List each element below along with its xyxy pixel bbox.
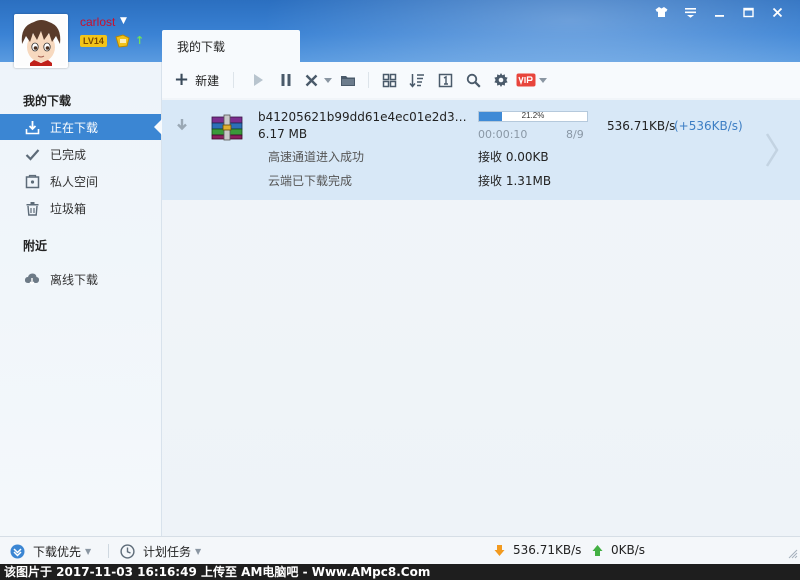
sub-status-label: 高速通道进入成功 <box>268 150 365 164</box>
sub-status-value: 接收 1.31MB <box>478 174 552 188</box>
user-menu-caret-icon[interactable]: ▼ <box>120 16 127 26</box>
task-filename: b41205621b99dd61e4ec01e2d3857... <box>258 110 468 124</box>
toolbar: + 新建 <box>162 62 800 98</box>
total-upload-speed: 0KB/s <box>592 543 645 557</box>
search-icon <box>466 73 481 88</box>
sidebar-item-trash[interactable]: 垃圾箱 <box>0 195 161 221</box>
cloud-download-icon <box>24 271 40 287</box>
grid-view-icon <box>382 73 396 87</box>
sidebar-item-label: 离线下载 <box>50 272 99 287</box>
progress-bar: 21.2% <box>478 111 588 122</box>
window-controls <box>647 2 792 22</box>
folder-icon <box>341 75 356 86</box>
download-list: b41205621b99dd61e4ec01e2d3857... 6.17 MB… <box>162 98 800 536</box>
download-tray-icon <box>24 119 40 135</box>
sidebar-item-label: 已完成 <box>50 147 87 162</box>
tab-my-downloads[interactable]: 我的下载 <box>162 30 300 62</box>
new-task-label: 新建 <box>195 73 220 88</box>
scheduled-task-button[interactable]: 计划任务 ▼ <box>120 543 201 560</box>
down-speed-value: 536.71KB/s <box>513 543 582 557</box>
pause-button[interactable] <box>272 67 300 93</box>
start-button[interactable] <box>244 67 272 93</box>
sidebar-item-offline-download[interactable]: 离线下载 <box>0 266 161 292</box>
sidebar-item-label: 垃圾箱 <box>50 201 87 216</box>
chevron-down-icon: ▼ <box>85 547 92 556</box>
sub-status-label: 云端已下载完成 <box>268 174 353 188</box>
avatar[interactable] <box>14 14 68 68</box>
sidebar-heading-nearby: 附近 <box>23 239 48 253</box>
sidebar: 我的下载 正在下载 已完成 私人空间 垃圾箱 附近 离线下载 <box>0 62 162 536</box>
watermark-bar: 该图片于 2017-11-03 16:16:49 上传至 AM电脑吧 - Www… <box>0 564 800 580</box>
chevron-right-icon[interactable] <box>764 132 780 176</box>
download-arrow-icon <box>494 544 505 557</box>
resize-grip-icon[interactable] <box>788 548 798 562</box>
download-speed: 536.71KB/s <box>607 119 676 133</box>
delete-menu-caret[interactable] <box>322 67 334 93</box>
task-filesize: 6.17 MB <box>258 127 308 141</box>
plus-icon: + <box>174 69 190 90</box>
delete-button[interactable] <box>300 67 322 93</box>
progress-percent: 21.2% <box>521 111 545 120</box>
safe-box-icon <box>24 173 40 189</box>
priority-label: 下载优先 <box>33 545 82 559</box>
search-button[interactable] <box>459 67 487 93</box>
chevron-down-icon <box>324 77 333 83</box>
delete-x-icon <box>305 74 317 86</box>
sidebar-heading-downloads: 我的下载 <box>23 94 72 108</box>
menu-icon[interactable] <box>676 2 705 22</box>
total-download-speed: 536.71KB/s <box>494 543 581 557</box>
calendar-button[interactable] <box>431 67 459 93</box>
maximize-icon[interactable] <box>734 2 763 22</box>
sidebar-item-label: 正在下载 <box>50 120 99 135</box>
sub-status-value: 接收 0.00KB <box>478 150 549 164</box>
vip-button[interactable] <box>515 67 537 93</box>
pause-icon <box>281 74 291 86</box>
trash-icon <box>24 200 40 216</box>
vip-icon <box>516 73 536 87</box>
username[interactable]: carlost <box>80 15 115 29</box>
title-bar: carlost ▼ LV14 ↑ 我的下载 <box>0 0 800 62</box>
toolbar-divider <box>368 72 370 88</box>
sidebar-item-completed[interactable]: 已完成 <box>0 141 161 167</box>
skin-icon[interactable] <box>647 2 676 22</box>
up-speed-value: 0KB/s <box>611 543 646 557</box>
calendar-one-icon <box>438 73 452 87</box>
sidebar-item-private-space[interactable]: 私人空间 <box>0 168 161 194</box>
gear-icon <box>494 73 508 87</box>
boost-speed: (+536KB/s) <box>674 119 743 133</box>
chevron-down-icon <box>539 77 548 83</box>
vip-menu-caret[interactable] <box>537 67 549 93</box>
download-task-row[interactable]: b41205621b99dd61e4ec01e2d3857... 6.17 MB… <box>162 100 800 200</box>
upload-arrow-icon <box>592 544 603 557</box>
sidebar-item-label: 私人空间 <box>50 174 99 189</box>
elapsed-time: 00:00:10 <box>478 128 528 141</box>
minimize-icon[interactable] <box>705 2 734 22</box>
settings-button[interactable] <box>487 67 515 93</box>
vip-medal-icon[interactable] <box>115 34 130 48</box>
winrar-archive-icon <box>210 113 244 141</box>
sort-icon <box>409 73 425 88</box>
piece-count: 8/9 <box>566 128 584 141</box>
level-badge: LV14 <box>80 35 107 47</box>
new-task-button[interactable]: + 新建 <box>174 69 235 90</box>
level-up-icon: ↑ <box>135 34 145 47</box>
open-folder-button[interactable] <box>334 67 362 93</box>
download-priority-button[interactable]: 下载优先 ▼ <box>10 543 91 560</box>
chevron-down-icon: ▼ <box>195 547 202 556</box>
status-bar: 下载优先 ▼ 计划任务 ▼ 536.71KB/s 0KB/s <box>0 536 800 564</box>
sidebar-item-downloading[interactable]: 正在下载 <box>0 114 162 140</box>
schedule-label: 计划任务 <box>143 545 192 559</box>
view-mode-button[interactable] <box>375 67 403 93</box>
priority-icon <box>10 544 25 559</box>
close-icon[interactable] <box>763 2 792 22</box>
clock-icon <box>120 544 135 559</box>
sort-button[interactable] <box>403 67 431 93</box>
downloading-arrow-icon <box>176 118 188 134</box>
play-icon <box>254 74 264 86</box>
status-divider <box>108 544 109 558</box>
checkmark-icon <box>24 146 40 162</box>
